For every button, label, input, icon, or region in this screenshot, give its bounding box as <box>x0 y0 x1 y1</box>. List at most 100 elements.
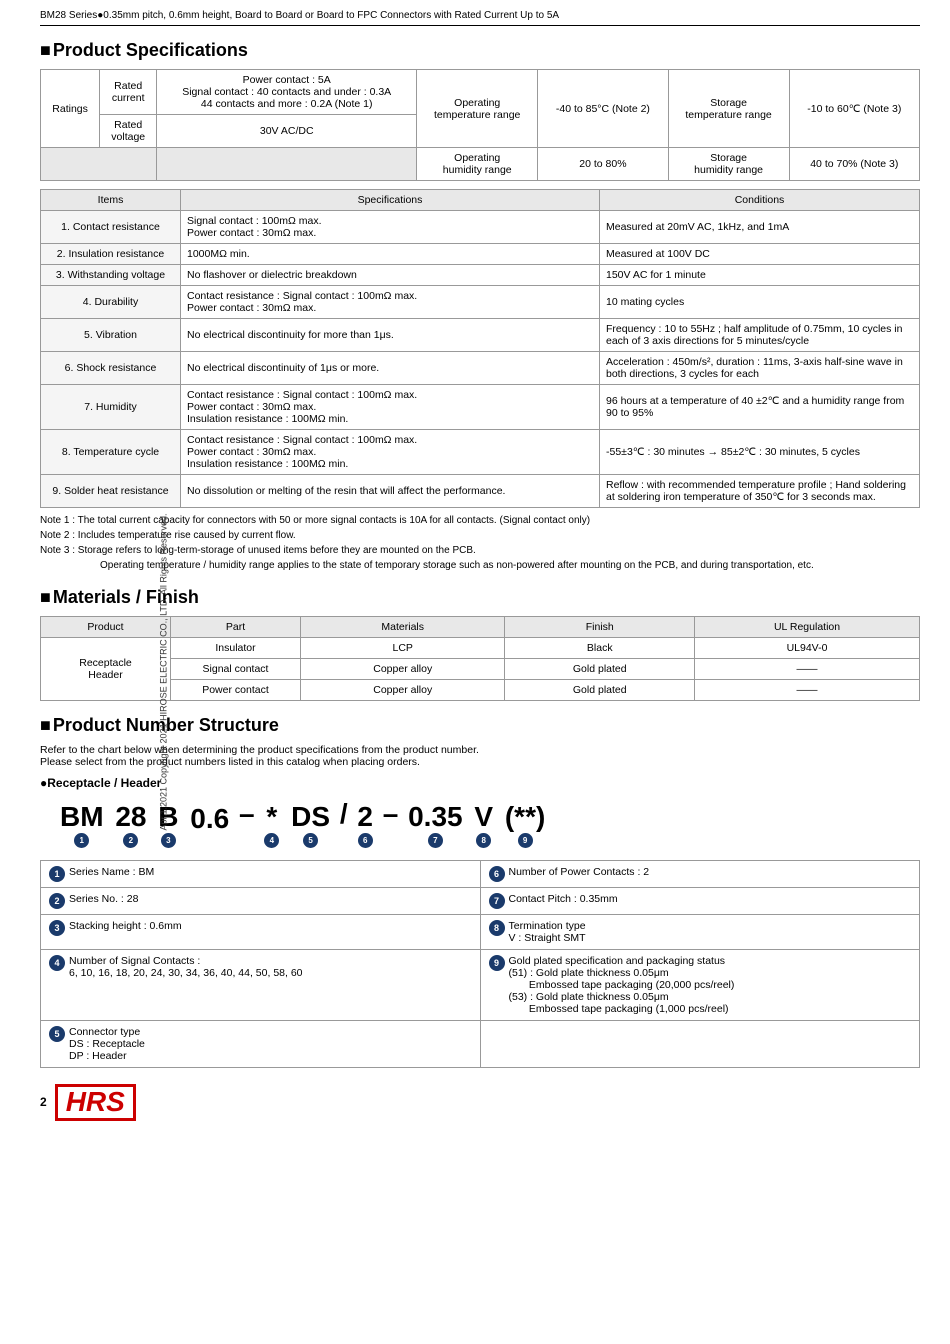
notes-section: Note 1 : The total current capacity for … <box>40 513 920 573</box>
conditions-header: Conditions <box>600 190 920 211</box>
pn-seg-4: * 4 <box>264 803 279 848</box>
header-title: BM28 Series●0.35mm pitch, 0.6mm height, … <box>40 10 559 21</box>
note-4: Operating temperature / humidity range a… <box>100 558 920 573</box>
spec-detail: No electrical discontinuity of 1μs or mo… <box>181 352 600 385</box>
spec-detail: Contact resistance : Signal contact : 10… <box>181 430 600 475</box>
spec-detail: No flashover or dielectric breakdown <box>181 265 600 286</box>
product-number-section: Refer to the chart below when determinin… <box>40 744 920 1068</box>
stor-temp-label: Storagetemperature range <box>668 70 789 148</box>
rated-voltage-label: Ratedvoltage <box>100 115 157 148</box>
note-2: Note 2 : Includes temperature rise cause… <box>40 528 920 543</box>
spec-detail: 1000MΩ min. <box>181 244 600 265</box>
pn-seg-6: 2 6 <box>357 803 373 848</box>
mat-part-1: Signal contact <box>171 659 301 680</box>
op-hum-value: 20 to 80% <box>538 148 668 181</box>
specifications-header: Specifications <box>181 190 600 211</box>
ul-col-header: UL Regulation <box>695 617 920 638</box>
blank-cell <box>41 148 157 181</box>
sidebar-copyright: Apr.1.2021 Copyright 2021 HIROSE ELECTRI… <box>158 514 168 831</box>
pn-seg-5: DS 5 <box>291 803 330 848</box>
finish-col-header: Finish <box>505 617 695 638</box>
mat-part-2: Power contact <box>171 680 301 701</box>
spec-detail: Contact resistance : Signal contact : 10… <box>181 385 600 430</box>
spec-item: 6. Shock resistance <box>41 352 181 385</box>
pn-legend-cell-3: 7Contact Pitch : 0.35mm <box>480 888 920 915</box>
pn-seg-1: BM 1 <box>60 803 104 848</box>
stor-hum-label: Storagehumidity range <box>668 148 789 181</box>
materials-title: Materials / Finish <box>40 587 920 608</box>
pn-display: BM 1 28 2 B 3 0.6 – * 4 DS 5 / <box>60 798 920 848</box>
materials-col-header: Materials <box>301 617 505 638</box>
rated-voltage-value: 30V AC/DC <box>157 115 417 148</box>
spec-item: 9. Solder heat resistance <box>41 475 181 508</box>
mat-ul: UL94V-0 <box>695 638 920 659</box>
pn-seg-2: 28 2 <box>115 803 146 848</box>
rated-current-value: Power contact : 5A Signal contact : 40 c… <box>157 70 417 115</box>
op-temp-value: -40 to 85°C (Note 2) <box>538 70 668 148</box>
spec-detail: No dissolution or melting of the resin t… <box>181 475 600 508</box>
pn-legend-cell-1: 6Number of Power Contacts : 2 <box>480 861 920 888</box>
spec-item: 5. Vibration <box>41 319 181 352</box>
footer: 2 HRS <box>40 1084 920 1121</box>
pn-legend-cell-7: 9Gold plated specification and packaging… <box>480 950 920 1021</box>
page-header: BM28 Series●0.35mm pitch, 0.6mm height, … <box>40 10 920 26</box>
pn-seg-stk: 0.6 <box>190 805 229 848</box>
note-3: Note 3 : Storage refers to long-term-sto… <box>40 543 920 558</box>
stor-hum-value: 40 to 70% (Note 3) <box>789 148 919 181</box>
spec-condition: Frequency : 10 to 55Hz ; half amplitude … <box>600 319 920 352</box>
pn-legend-cell-2: 2Series No. : 28 <box>41 888 481 915</box>
page-number: 2 <box>40 1095 47 1109</box>
spec-detail: No electrical discontinuity for more tha… <box>181 319 600 352</box>
pn-legend-cell-5: 8Termination type V : Straight SMT <box>480 915 920 950</box>
part-col-header: Part <box>171 617 301 638</box>
pn-seg-8: V 8 <box>474 803 493 848</box>
hrs-logo: HRS <box>55 1084 136 1121</box>
op-temp-label: Operatingtemperature range <box>417 70 538 148</box>
mat-ul-2: —— <box>695 680 920 701</box>
mat-finish-1: Gold plated <box>505 659 695 680</box>
rated-current-label: Ratedcurrent <box>100 70 157 115</box>
pn-intro1: Refer to the chart below when determinin… <box>40 744 920 756</box>
product-col-header: Product <box>41 617 171 638</box>
mat-finish-2: Gold plated <box>505 680 695 701</box>
pn-legend-cell-9 <box>480 1021 920 1068</box>
mat-materials-1: Copper alloy <box>301 659 505 680</box>
spec-condition: Acceleration : 450m/s², duration : 11ms,… <box>600 352 920 385</box>
spec-condition: 10 mating cycles <box>600 286 920 319</box>
pn-intro2: Please select from the product numbers l… <box>40 756 920 768</box>
blank-cell2 <box>157 148 417 181</box>
mat-ul-1: —— <box>695 659 920 680</box>
specs-table: Items Specifications Conditions 1. Conta… <box>40 189 920 508</box>
pn-legend-cell-4: 3Stacking height : 0.6mm <box>41 915 481 950</box>
note-1: Note 1 : The total current capacity for … <box>40 513 920 528</box>
spec-condition: Measured at 100V DC <box>600 244 920 265</box>
spec-item: 4. Durability <box>41 286 181 319</box>
spec-item: 7. Humidity <box>41 385 181 430</box>
mat-materials-2: Copper alloy <box>301 680 505 701</box>
spec-condition: Measured at 20mV AC, 1kHz, and 1mA <box>600 211 920 244</box>
product-cell: Receptacle Header <box>41 638 171 701</box>
stor-temp-value: -10 to 60℃ (Note 3) <box>789 70 919 148</box>
spec-condition: Reflow : with recommended temperature pr… <box>600 475 920 508</box>
ratings-table: Ratings Ratedcurrent Power contact : 5A … <box>40 69 920 181</box>
pn-legend-table: 1Series Name : BM6Number of Power Contac… <box>40 860 920 1068</box>
op-hum-label: Operatinghumidity range <box>417 148 538 181</box>
spec-condition: 96 hours at a temperature of 40 ±2℃ and … <box>600 385 920 430</box>
items-header: Items <box>41 190 181 211</box>
pn-seg-7: 0.35 7 <box>408 803 463 848</box>
mat-part: Insulator <box>171 638 301 659</box>
spec-detail: Signal contact : 100mΩ max. Power contac… <box>181 211 600 244</box>
spec-detail: Contact resistance : Signal contact : 10… <box>181 286 600 319</box>
product-specs-title: Product Specifications <box>40 40 920 61</box>
spec-condition: -55±3℃ : 30 minutes → 85±2℃ : 30 minutes… <box>600 430 920 475</box>
spec-item: 3. Withstanding voltage <box>41 265 181 286</box>
materials-table: Product Part Materials Finish UL Regulat… <box>40 616 920 701</box>
pn-legend-cell-8: 5Connector type DS : Receptacle DP : Hea… <box>41 1021 481 1068</box>
spec-condition: 150V AC for 1 minute <box>600 265 920 286</box>
product-number-title: Product Number Structure <box>40 715 920 736</box>
mat-finish: Black <box>505 638 695 659</box>
spec-item: 2. Insulation resistance <box>41 244 181 265</box>
pn-seg-9: (**) 9 <box>505 803 545 848</box>
ratings-label: Ratings <box>41 70 100 148</box>
spec-item: 1. Contact resistance <box>41 211 181 244</box>
